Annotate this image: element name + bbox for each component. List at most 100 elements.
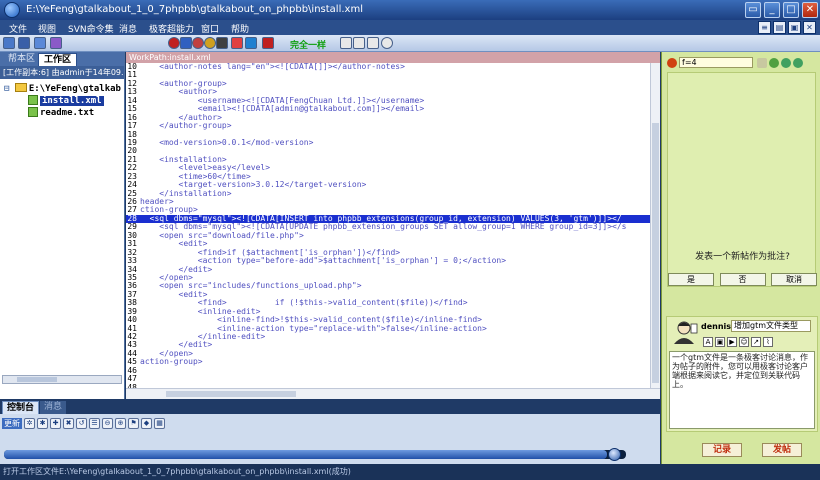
scroll-thumb[interactable] [166,391,296,397]
tree-root[interactable]: ⊟ E:\YeFeng\gtalkab [4,83,121,94]
image-icon[interactable]: ▣ [715,337,725,347]
download-icon[interactable] [180,37,192,49]
discussion-search-bar: f=4 [667,56,815,70]
tab-local[interactable]: 帮本区 [3,53,40,66]
svn-diff-icon[interactable]: ⊖ [102,418,113,429]
stop-icon[interactable] [168,37,180,49]
pause-icon[interactable] [204,37,216,49]
menu-file[interactable]: 文件 [9,22,27,35]
menu-view[interactable]: 视图 [38,22,56,35]
update-label[interactable]: 更新 [2,418,22,429]
close-button[interactable]: ✕ [802,2,818,18]
svn-commit-icon[interactable]: ✱ [37,418,48,429]
line-text: </author-group> [140,121,232,131]
post-body-textarea[interactable]: 一个gtm文件是一条极客讨论消息，作为帖子的附件，您可以用极客讨论客户端根据来阅… [669,351,815,429]
font-icon[interactable]: A [703,337,713,347]
panel-icon[interactable]: ▤ [773,21,786,34]
code-line[interactable]: 45 action-group> [126,357,650,366]
window-controls: ▭ _ □ ✕ [745,2,818,18]
annotate-question: 发表一个新帖作为批注? [695,252,790,262]
star-icon[interactable] [769,58,779,68]
code-line[interactable]: 19 <mod-version>0.0.1</mod-version> [126,138,650,147]
workspace-icon[interactable] [18,37,30,49]
diff-next-icon[interactable] [353,37,365,49]
scroll-thumb[interactable] [17,377,57,382]
menu-messages[interactable]: 消息 [119,22,137,35]
refresh-icon[interactable] [381,37,393,49]
post-button[interactable]: 发帖 [762,443,802,457]
tree-root-label: E:\YeFeng\gtalkab [28,84,121,94]
svn-update-icon[interactable]: ✲ [24,418,35,429]
scroll-thumb[interactable] [652,123,659,383]
code-line[interactable]: 46 [126,366,650,375]
video-icon[interactable]: ▶ [727,337,737,347]
tab-workspace[interactable]: 工作区 [38,53,78,66]
progress-knob-icon [608,448,621,461]
attach-icon[interactable]: ⌇ [763,337,773,347]
envelope-icon[interactable] [757,58,767,68]
menu-geek-power[interactable]: 极客超能力 [149,22,194,35]
code-area[interactable]: 10 <author-notes lang="en"><![CDATA[]]><… [126,63,650,388]
record-button[interactable]: 记录 [702,443,742,457]
menu-window[interactable]: 窗口 [201,22,219,35]
console-panel: 控制台 消息 更新 ✲ ✱ ✚ ✖ ↺ ☰ ⊖ ⊕ ⚑ ◆ ▦ [0,399,660,464]
menu-svn[interactable]: SVN命令集 [68,22,114,35]
folder-icon [14,83,27,92]
tree-scrollbar[interactable] [2,375,122,384]
discussion-search-input[interactable]: f=4 [679,57,753,68]
link-icon[interactable]: ↗ [751,337,761,347]
cancel-button[interactable]: 取消 [771,273,817,286]
post-actions: 记录 发帖 [662,442,820,458]
code-line[interactable]: 43 </edit> [126,340,650,349]
tree-file-readme[interactable]: readme.txt [28,107,94,118]
minimize-button[interactable]: _ [764,2,780,18]
svn-log-icon[interactable]: ☰ [89,418,100,429]
dropdown-icon[interactable] [216,37,228,49]
working-copy-info: [工作副本:6] 由admin于14年09... [0,66,124,79]
code-line[interactable]: 34 </edit> [126,265,650,274]
filter-icon[interactable] [50,37,62,49]
no-button[interactable]: 否 [719,273,766,286]
editor-vertical-scrollbar[interactable] [650,63,660,388]
editor-horizontal-scrollbar[interactable] [126,388,660,399]
open-folder-icon[interactable] [3,37,15,49]
flag-icon[interactable]: ⚑ [128,418,139,429]
menu-help[interactable]: 帮助 [231,22,249,35]
search-icon[interactable] [245,37,257,49]
list-icon[interactable]: ≡ [758,21,771,34]
zoom-icon[interactable]: ⊕ [115,418,126,429]
restore-layout-button[interactable]: ▭ [745,2,761,18]
tab-console[interactable]: 控制台 [2,401,40,414]
compose-panel: dennis 增加gtm文件类型 A ▣ ▶ ☺ ↗ ⌇ 一个gtm文件是一条极… [666,316,818,432]
code-editor[interactable]: WorkPath:install.xml 10 <author-notes la… [126,52,660,399]
code-line[interactable]: 26 header> [126,197,650,206]
layout-icon[interactable]: ▣ [788,21,801,34]
eraser-icon[interactable]: ◆ [141,418,152,429]
code-line[interactable]: 47 [126,374,650,383]
code-line[interactable]: 17 </author-group> [126,121,650,131]
forward-icon[interactable] [793,58,803,68]
emoticon-icon[interactable]: ☺ [739,337,749,347]
svn-add-icon[interactable]: ✚ [50,418,61,429]
svn-delete-icon[interactable]: ✖ [63,418,74,429]
svn-revert-icon[interactable]: ↺ [76,418,87,429]
calendar-icon[interactable]: ▦ [154,418,165,429]
diff-prev-icon[interactable] [340,37,352,49]
code-line[interactable]: 10 <author-notes lang="en"><![CDATA[]]><… [126,63,650,71]
annotate-buttons: 是 否 取消 [668,273,817,287]
progress-fill [4,450,608,459]
tree-file-install[interactable]: install.xml [28,95,104,106]
copy-icon[interactable] [367,37,379,49]
compare-icon[interactable] [262,37,274,49]
maximize-button[interactable]: □ [783,2,799,18]
tab-messages[interactable]: 消息 [40,401,67,414]
back-icon[interactable] [781,58,791,68]
save-icon[interactable] [34,37,46,49]
close-doc-icon[interactable]: ✕ [803,21,816,34]
code-line[interactable]: 25 </installation> [126,189,650,198]
yes-button[interactable]: 是 [668,273,714,286]
tool-icon[interactable] [231,37,243,49]
code-line[interactable]: 44 </open> [126,349,650,358]
topic-input[interactable]: 增加gtm文件类型 [731,320,811,332]
record-icon[interactable] [192,37,204,49]
